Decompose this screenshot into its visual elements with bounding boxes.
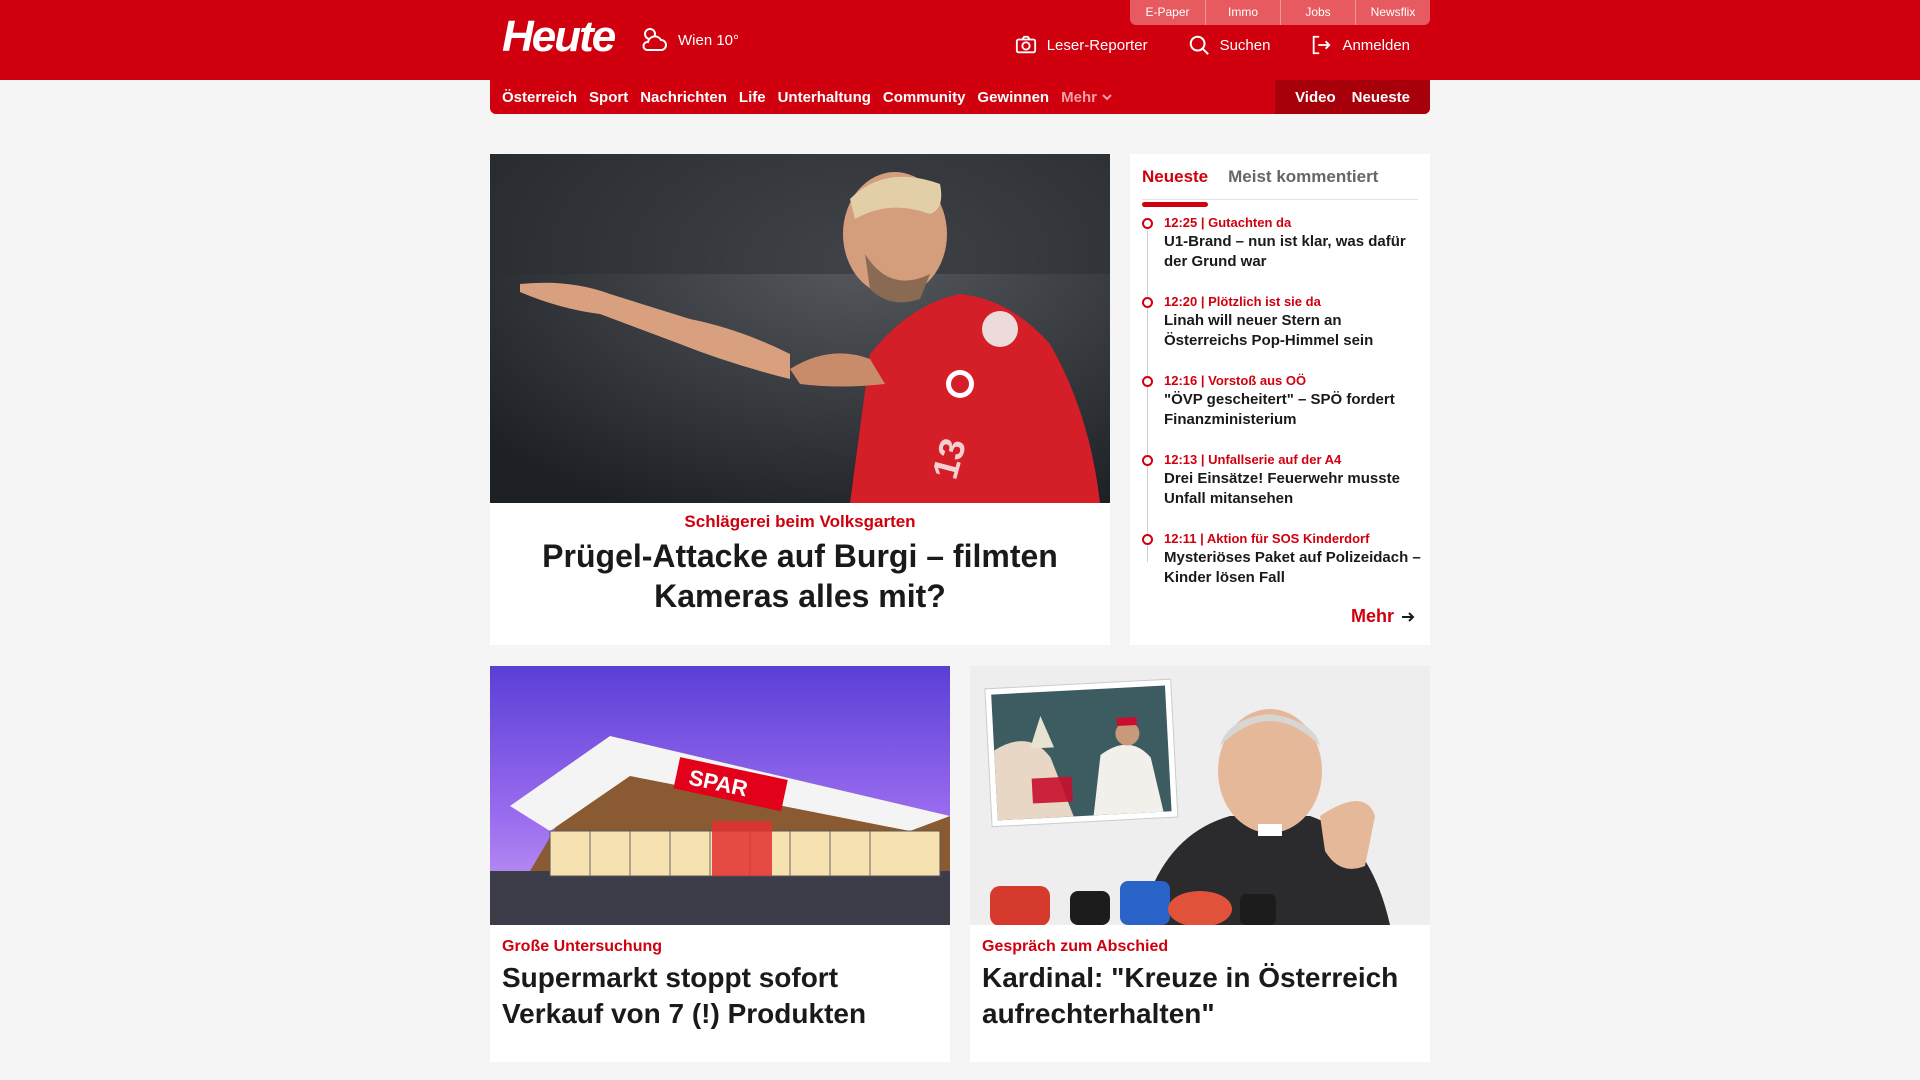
service-link-epaper[interactable]: E-Paper (1130, 0, 1205, 25)
news-item-title[interactable]: U1-Brand – nun ist klar, was dafür der G… (1164, 232, 1424, 272)
login-label: Anmelden (1342, 36, 1410, 54)
news-item-title[interactable]: "ÖVP gescheitert" – SPÖ fordert Finanzmi… (1164, 390, 1424, 430)
nav-item-gewinnen[interactable]: Gewinnen (977, 89, 1049, 106)
news-item[interactable]: 12:25 | Gutachten da U1-Brand – nun ist … (1142, 214, 1424, 293)
news-item[interactable]: 12:16 | Vorstoß aus OÖ "ÖVP gescheitert"… (1142, 372, 1424, 451)
timeline-dot-icon (1142, 455, 1153, 466)
news-item[interactable]: 12:13 | Unfallserie auf der A4 Drei Eins… (1142, 451, 1424, 530)
supermarket-image[interactable]: SPAR (490, 666, 950, 925)
timeline-dot-icon (1142, 218, 1153, 229)
timeline-dot-icon (1142, 534, 1153, 545)
cloud-sun-icon (642, 28, 667, 51)
news-item-title[interactable]: Mysteriöses Paket auf Polizeidach – Kind… (1164, 548, 1424, 588)
article-card-title[interactable]: Supermarkt stoppt sofort Verkauf von 7 (… (502, 960, 942, 1032)
cardinal-photo (970, 666, 1430, 925)
more-news-label: Mehr (1350, 606, 1394, 626)
nav-item-unterhaltung[interactable]: Unterhaltung (778, 89, 871, 106)
nav-item-neueste[interactable]: Neueste (1352, 89, 1410, 106)
article-card-kicker: Große Untersuchung (502, 938, 663, 955)
nav-item-community[interactable]: Community (883, 89, 966, 106)
search-button[interactable]: Suchen (1188, 34, 1271, 56)
lead-article[interactable]: 13 Schlägerei beim Volksgarten Prügel-At… (490, 154, 1110, 645)
article-card[interactable]: SPAR Große Untersuchung Supermarkt stopp… (490, 666, 950, 1062)
timeline-dot-icon (1142, 297, 1153, 308)
nav-item-video[interactable]: Video (1295, 89, 1336, 106)
article-card-kicker: Gespräch zum Abschied (982, 938, 1169, 955)
nav-item-nachrichten[interactable]: Nachrichten (640, 89, 727, 106)
service-link-jobs[interactable]: Jobs (1280, 0, 1355, 25)
cardinal-image[interactable] (970, 666, 1430, 925)
nav-item-life[interactable]: Life (739, 89, 766, 106)
more-news-link[interactable]: Mehr (1351, 606, 1416, 627)
news-item-meta: 12:11 | Aktion für SOS Kinderdorf (1164, 531, 1370, 546)
news-item-meta: 12:20 | Plötzlich ist sie da (1164, 294, 1321, 309)
lead-article-kicker: Schlägerei beim Volksgarten (684, 512, 916, 531)
camera-icon (1015, 35, 1036, 54)
nav-item-sport[interactable]: Sport (589, 89, 628, 106)
news-item-meta: 12:16 | Vorstoß aus OÖ (1164, 373, 1307, 388)
news-tabs: Neueste Meist kommentiert (1142, 162, 1418, 207)
football-player-image: 13 (490, 154, 1110, 503)
leser-reporter-label: Leser-Reporter (1046, 36, 1148, 54)
article-card-title[interactable]: Kardinal: "Kreuze in Österreich aufrecht… (982, 960, 1422, 1032)
search-icon (1189, 35, 1209, 55)
weather-widget[interactable]: Wien 10° (638, 24, 739, 56)
news-timeline: 12:25 | Gutachten da U1-Brand – nun ist … (1142, 214, 1424, 609)
latest-news-panel: Neueste Meist kommentiert 12:25 | Gutach… (1130, 154, 1430, 645)
lead-article-title[interactable]: Prügel-Attacke auf Burgi – filmten Kamer… (520, 536, 1080, 616)
service-links: E-Paper Immo Jobs Newsflix (1130, 0, 1430, 25)
login-button[interactable]: Anmelden (1310, 34, 1410, 56)
news-item-meta: 12:13 | Unfallserie auf der A4 (1164, 452, 1342, 467)
chevron-down-icon (1102, 94, 1112, 101)
news-item-title[interactable]: Linah will neuer Stern an Österreichs Po… (1164, 311, 1424, 351)
main-nav: Österreich Sport Nachrichten Life Unterh… (490, 80, 1430, 114)
nav-item-oesterreich[interactable]: Österreich (502, 89, 577, 106)
site-logo[interactable]: Heute (502, 12, 616, 62)
nav-more-label: Mehr (1061, 88, 1097, 106)
search-label: Suchen (1219, 36, 1271, 54)
header-inner: Heute Wien 10° E-Paper Immo Jobs Newsfli… (490, 0, 1430, 80)
header-actions: Leser-Reporter Suchen Anmelden (1015, 34, 1410, 56)
nav-more-dropdown[interactable]: Mehr (1061, 89, 1112, 106)
weather-label: Wien 10° (678, 31, 740, 49)
timeline-dot-icon (1142, 376, 1153, 387)
lead-article-image[interactable]: 13 (490, 154, 1110, 503)
tab-meist-kommentiert[interactable]: Meist kommentiert (1228, 162, 1378, 199)
nav-items: Österreich Sport Nachrichten Life Unterh… (502, 80, 1112, 114)
tab-neueste[interactable]: Neueste (1142, 162, 1209, 207)
arrow-right-icon (1402, 611, 1415, 622)
news-item-title[interactable]: Drei Einsätze! Feuerwehr musste Unfall m… (1164, 469, 1424, 509)
service-link-newsflix[interactable]: Newsflix (1355, 0, 1430, 25)
news-item-meta: 12:25 | Gutachten da (1164, 215, 1292, 230)
service-link-immo[interactable]: Immo (1205, 0, 1280, 25)
supermarket-photo: SPAR (490, 666, 950, 925)
nav-highlight-links: Video Neueste (1275, 80, 1430, 114)
news-item[interactable]: 12:20 | Plötzlich ist sie da Linah will … (1142, 293, 1424, 372)
site-header: Heute Wien 10° E-Paper Immo Jobs Newsfli… (0, 0, 1920, 80)
article-card[interactable]: Gespräch zum Abschied Kardinal: "Kreuze … (970, 666, 1430, 1062)
news-item[interactable]: 12:11 | Aktion für SOS Kinderdorf Myster… (1142, 530, 1424, 609)
login-icon (1313, 35, 1331, 55)
leser-reporter-button[interactable]: Leser-Reporter (1015, 34, 1148, 56)
